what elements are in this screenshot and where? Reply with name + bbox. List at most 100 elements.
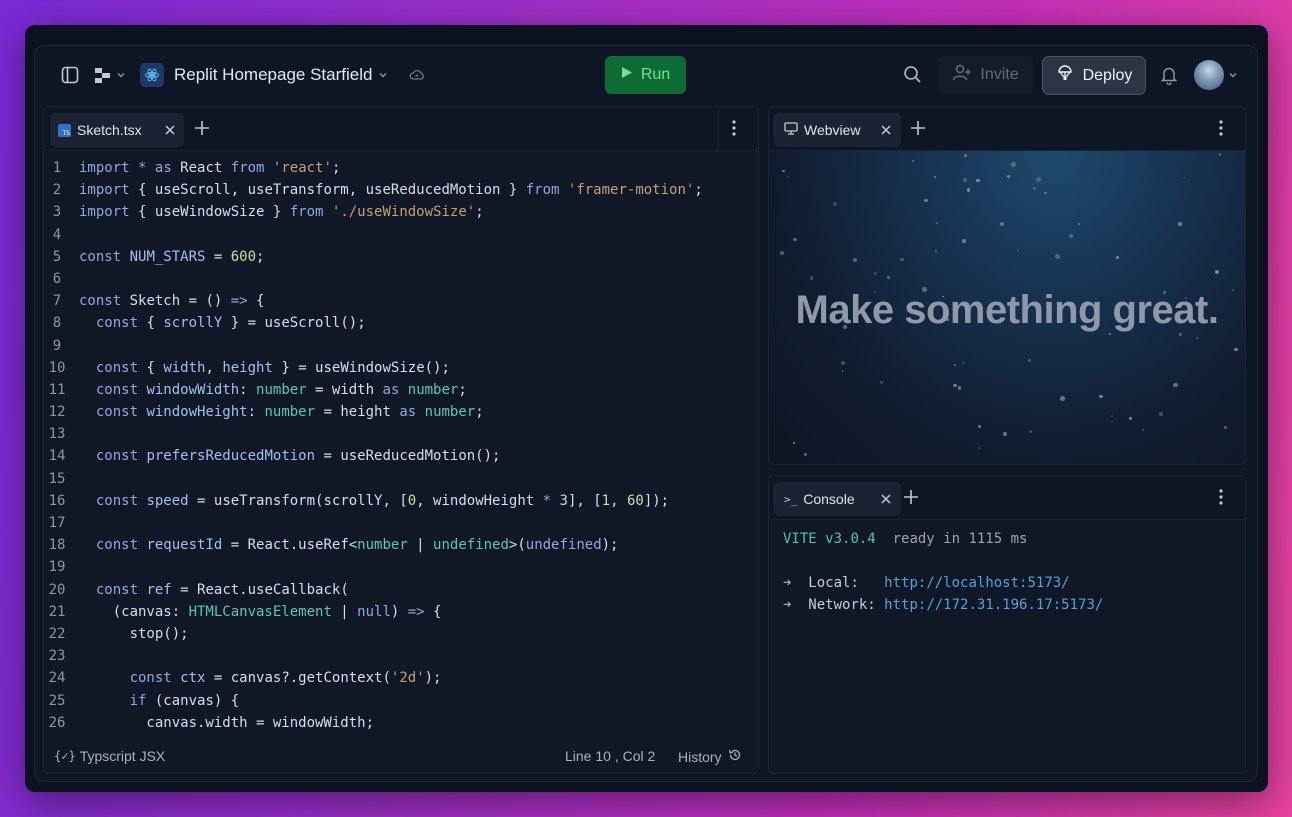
star [924, 198, 928, 203]
tab-sketch-tsx[interactable]: TS Sketch.tsx [50, 113, 184, 147]
star [1159, 412, 1163, 416]
code-token: scrollY [163, 315, 223, 332]
line-number: 10 [48, 359, 66, 376]
star [934, 250, 938, 253]
code-line: 5 const NUM_STARS = 600; [44, 246, 758, 268]
more-vertical-icon[interactable] [1219, 120, 1223, 136]
line-content: const speed = useTransform(scrollY, [0, … [79, 490, 669, 512]
local-url[interactable]: http://localhost:5173/ [884, 575, 1069, 591]
more-vertical-icon[interactable] [732, 120, 736, 136]
code-token: as [382, 381, 400, 398]
code-editor[interactable]: 1 import * as React from 'react'; 2 import … [44, 157, 758, 734]
search-icon[interactable] [903, 65, 922, 84]
arrow: ➜ [783, 597, 792, 613]
code-token: * [542, 492, 552, 509]
code-token: : [239, 381, 257, 398]
star [1060, 395, 1065, 401]
star [1099, 395, 1103, 399]
star [967, 188, 971, 192]
line-content: const windowWidth: number = width as num… [79, 379, 467, 401]
code-token: 0 [407, 492, 417, 509]
console-line: ➜ Local: http://localhost:5173/ [783, 572, 1103, 594]
code-line: 23 [44, 645, 758, 667]
code-token: 3 [559, 492, 568, 509]
sidebar-toggle-icon[interactable] [61, 66, 79, 84]
line-content: const { width, height } = useWindowSize(… [79, 357, 450, 379]
run-button[interactable]: Run [605, 56, 686, 94]
code-line: 26 canvas.width = windowWidth; [44, 712, 758, 734]
invite-button[interactable]: Invite [938, 56, 1033, 94]
code-token: = [205, 248, 231, 265]
close-icon[interactable] [880, 492, 892, 508]
code-token: (canvas) { [146, 692, 240, 709]
code-token: , windowHeight [416, 492, 543, 509]
console-line: VITE v3.0.4 ready in 1115 ms [783, 528, 1103, 550]
code-token: width [163, 359, 206, 376]
star [833, 202, 838, 207]
code-token: ]); [643, 492, 670, 509]
code-token: number [424, 404, 476, 421]
project-logo-icon [140, 63, 164, 87]
webview-preview[interactable]: Make something great. [769, 151, 1245, 464]
project-name: Replit Homepage Starfield [174, 65, 373, 84]
star [804, 452, 808, 456]
console-output[interactable]: VITE v3.0.4 ready in 1115 ms ➜ Local: ht… [783, 528, 1103, 616]
history-button[interactable]: History [678, 748, 742, 765]
plus-icon[interactable] [910, 120, 926, 136]
code-token: null [357, 603, 391, 620]
line-number: 24 [48, 670, 66, 687]
tab-console[interactable]: >_ Console [774, 482, 901, 516]
code-token: { [424, 603, 442, 620]
star [1027, 359, 1031, 363]
star [957, 386, 962, 390]
code-token: 60 [626, 492, 644, 509]
deploy-button[interactable]: Deploy [1042, 56, 1146, 95]
star [1036, 177, 1041, 182]
language-indicator[interactable]: {✓} Typscript JSX [54, 748, 165, 764]
code-line: 18 const requestId = React.useRef<number… [44, 534, 758, 556]
network-url[interactable]: http://172.31.196.17:5173/ [884, 597, 1103, 613]
code-line: 21 (canvas: HTMLCanvasElement | null) =>… [44, 601, 758, 623]
tab-label: Webview [804, 122, 861, 138]
play-icon [621, 66, 633, 84]
code-token: number [357, 537, 408, 554]
close-icon[interactable] [164, 123, 176, 139]
code-token: const [79, 248, 122, 265]
line-number: 5 [52, 248, 62, 265]
line-number: 11 [48, 381, 66, 398]
project-name-button[interactable]: Replit Homepage Starfield [174, 65, 388, 85]
close-icon[interactable] [880, 123, 892, 139]
code-line: 8 const { scrollY } = useScroll(); [44, 312, 758, 334]
plus-icon[interactable] [903, 489, 919, 505]
code-token: = React.useCallback( [171, 581, 349, 598]
star [1183, 176, 1185, 179]
star [804, 305, 809, 310]
code-line: 16 const speed = useTransform(scrollY, [… [44, 490, 758, 512]
line-number: 12 [48, 404, 66, 421]
editor-tab-bar: TS Sketch.tsx [44, 107, 758, 151]
plus-icon[interactable] [194, 120, 210, 136]
bell-icon[interactable] [1160, 65, 1178, 85]
more-vertical-icon[interactable] [1219, 489, 1223, 505]
star [962, 362, 965, 364]
star [1178, 333, 1183, 337]
tab-webview[interactable]: Webview [774, 113, 901, 147]
star [1017, 248, 1020, 251]
workspace-switcher[interactable] [94, 66, 126, 84]
line-number: 26 [48, 714, 66, 731]
line-number: 20 [48, 581, 66, 598]
line-content: const prefersReducedMotion = useReducedM… [79, 445, 501, 467]
user-menu[interactable] [1194, 60, 1238, 90]
star [1234, 347, 1238, 352]
code-line: 22 stop(); [44, 623, 758, 645]
line-number: 22 [48, 625, 66, 642]
deploy-label: Deploy [1082, 66, 1133, 84]
